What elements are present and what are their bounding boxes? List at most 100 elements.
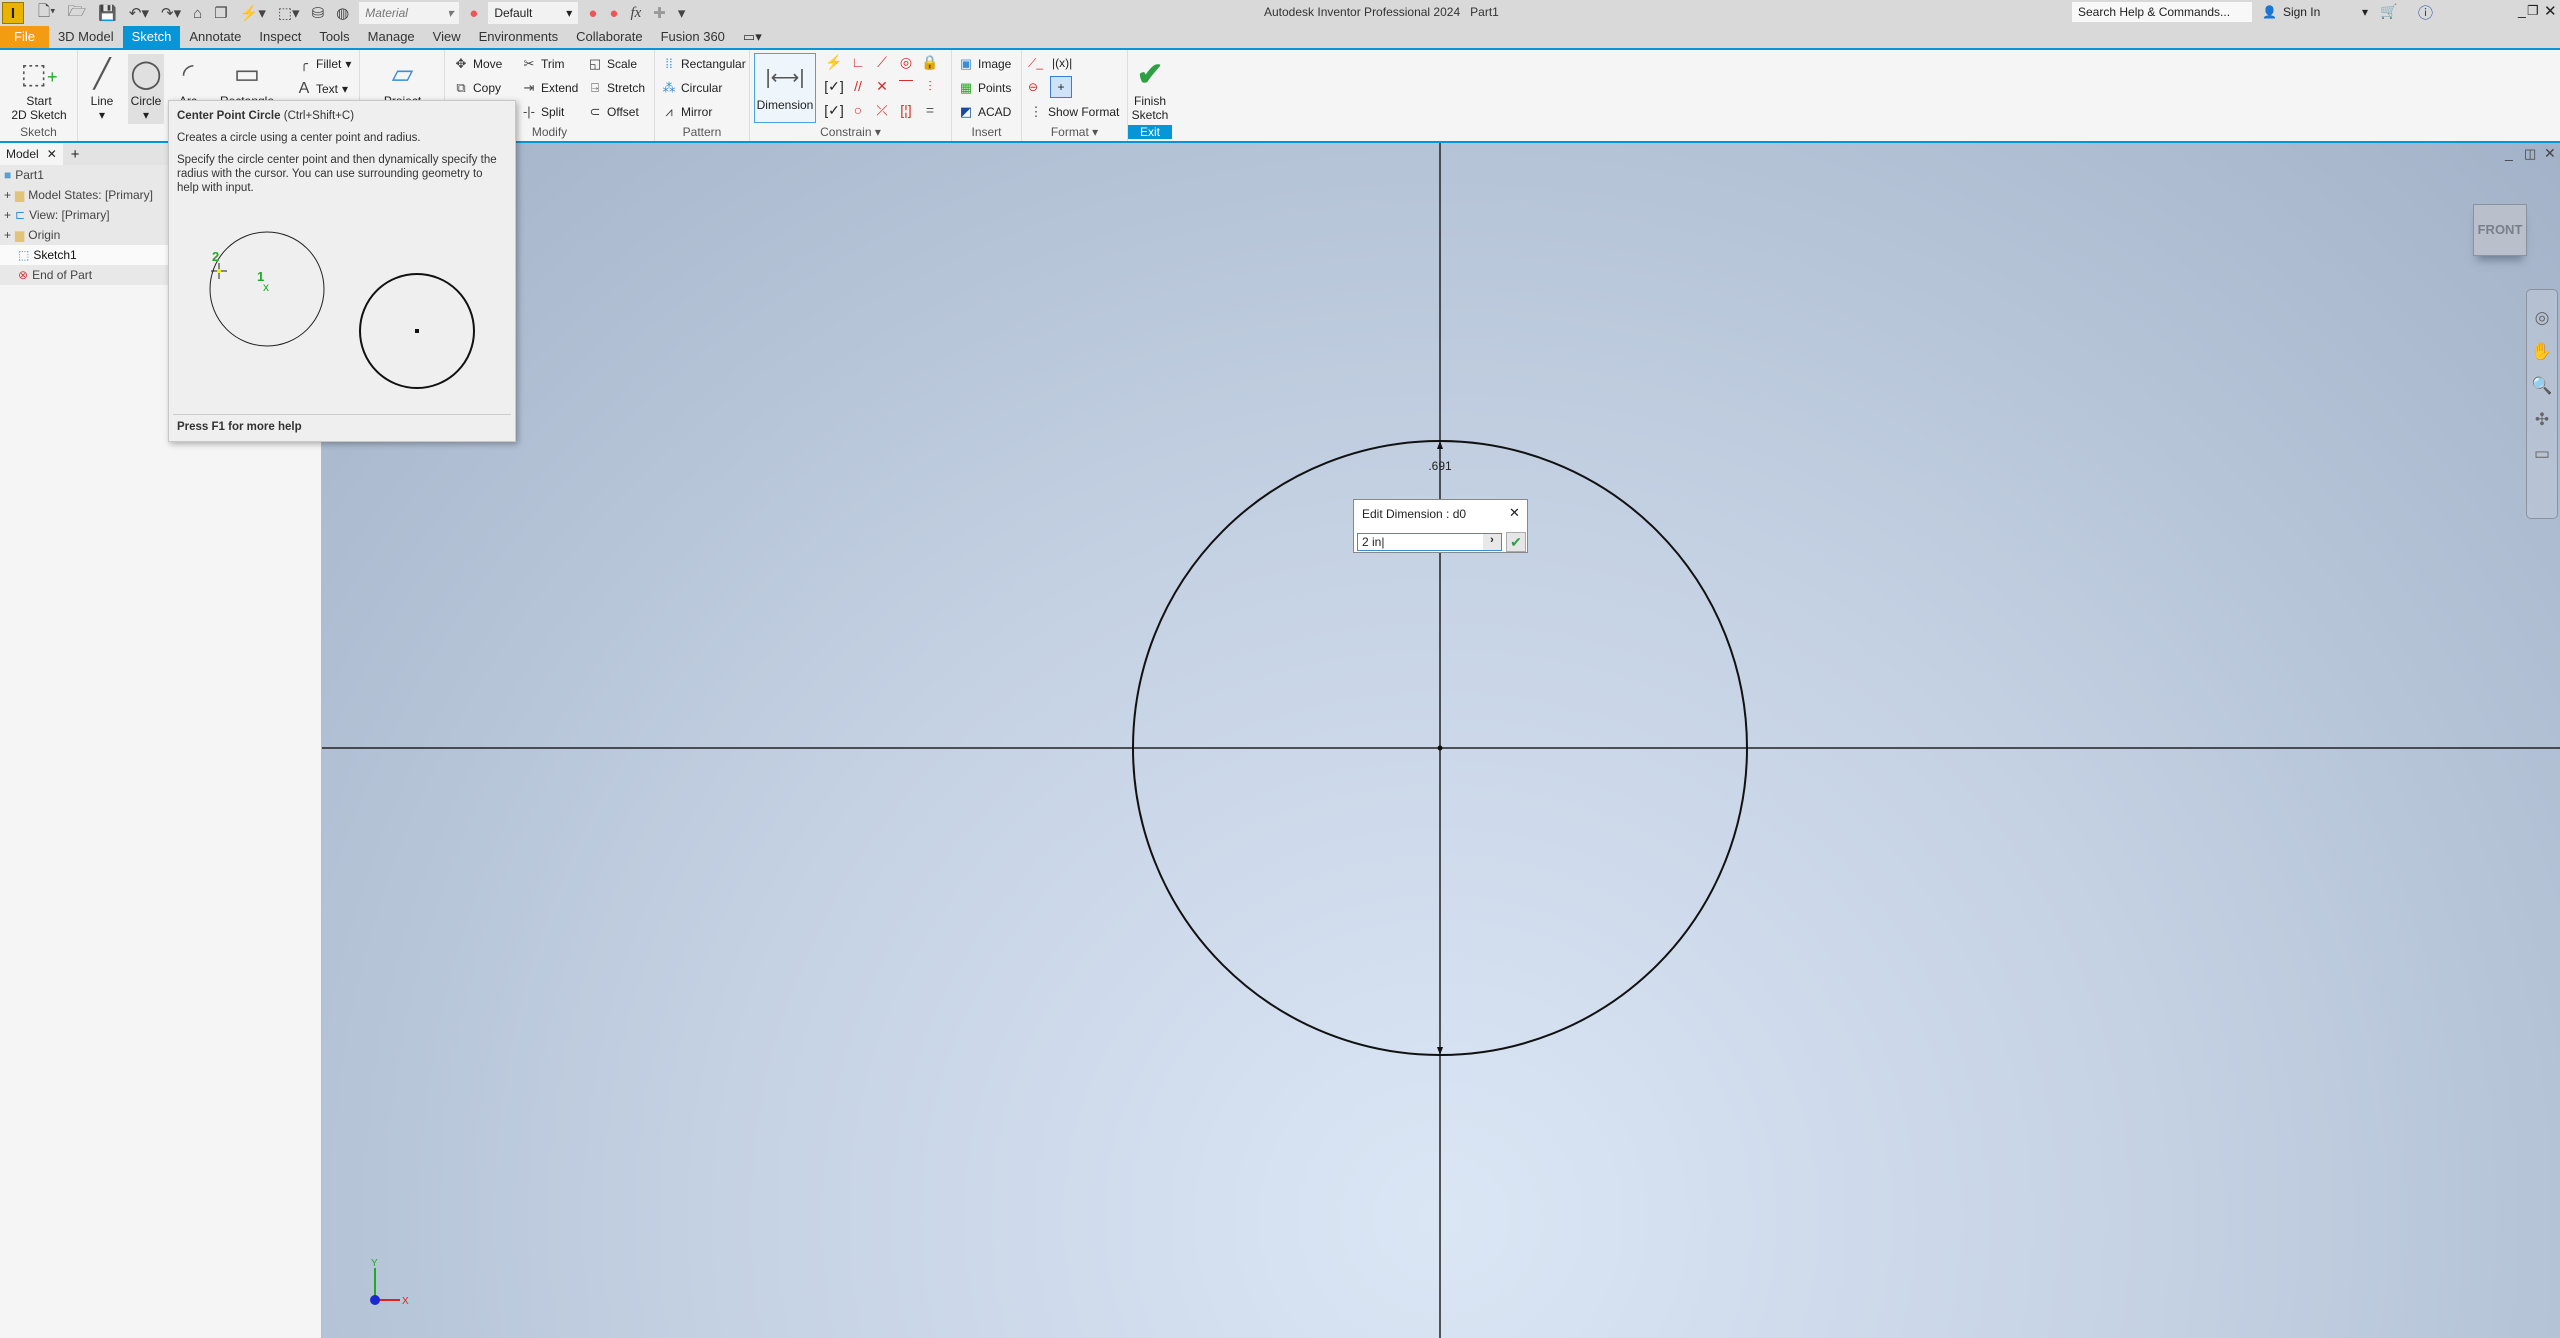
concentric-icon[interactable]: ◎ [894,54,918,78]
appearance-ball-icon[interactable]: ◍ [336,4,349,22]
ribbon-options-icon[interactable]: ▭▾ [734,26,771,48]
centerline-icon[interactable]: ⊖ [1028,80,1038,94]
split-button[interactable]: -|- Split [521,104,564,119]
tab-manage[interactable]: Manage [359,26,424,48]
viewcube[interactable]: FRONT [2473,204,2527,256]
pan-icon[interactable]: ✋ [2531,342,2552,362]
dimension-value-input[interactable]: 2 in| [1357,533,1502,551]
coincident-icon[interactable]: ⟋ [870,54,894,78]
offset-button[interactable]: ⊂ Offset [587,104,639,120]
search-input[interactable]: Search Help & Commands... [2072,2,2252,22]
center-point-icon[interactable]: + [1050,76,1072,98]
orbit-icon[interactable]: ✣ [2535,410,2549,430]
circle-button[interactable]: ◯ Circle ▾ [128,54,164,124]
properties-icon[interactable]: ❐ [214,4,227,22]
mirror-button[interactable]: ⩘ Mirror [661,104,712,120]
copy-button[interactable]: ⧉ Copy [453,80,501,96]
tab-collaborate[interactable]: Collaborate [567,26,652,48]
start-2d-sketch-button[interactable]: ⬚+ Start 2D Sketch [6,54,72,122]
finish-sketch-button[interactable]: ✔ Finish Sketch [1128,54,1172,122]
constraint-settings-icon[interactable]: [✓] [822,102,846,126]
line-button[interactable]: ╱ Line ▾ [82,54,122,122]
center-point[interactable] [1437,745,1443,751]
tab-environments[interactable]: Environments [470,26,567,48]
material-select[interactable]: Material ▾ [359,2,460,24]
select-icon[interactable]: ⬚▾ [278,4,300,22]
close-icon[interactable]: ✕ [47,147,57,161]
stretch-button[interactable]: ⍈ Stretch [587,80,645,96]
viewport-close-icon[interactable]: ✕ [2544,145,2556,162]
customize-icon[interactable]: ▾ [678,4,686,22]
panel-label-format[interactable]: Format ▾ [1022,125,1127,139]
trim-button[interactable]: ✂ Trim [521,56,565,72]
update-icon[interactable]: ⚡▾ [240,4,266,22]
adjust-appearance-icon[interactable]: ● [588,5,597,22]
expand-icon[interactable]: + [4,208,11,222]
collinear-icon[interactable]: ✕ [870,78,894,102]
dropdown-icon[interactable]: ▾ [2362,5,2368,19]
accept-check-icon[interactable]: ✔ [1506,532,1526,552]
clear-appearance-icon[interactable]: ● [609,5,618,22]
expand-icon[interactable]: + [4,228,11,242]
color-wheel-icon[interactable]: ● [469,5,478,22]
smooth-icon[interactable]: ⤫ [870,102,894,126]
show-format-button[interactable]: ⋮ Show Format [1028,104,1120,120]
close-icon[interactable]: ✕ [1509,505,1520,521]
app-logo[interactable]: I [2,2,24,24]
sketch-canvas[interactable]: .691 X Y [322,143,2560,1338]
viewport-minimize-icon[interactable]: _ [2505,145,2513,161]
save-icon[interactable]: 💾 [98,4,117,22]
image-button[interactable]: ▣ Image [958,56,1012,72]
close-window-icon[interactable]: ✕ [2544,2,2557,20]
redo-icon[interactable]: ↷▾ [161,4,181,22]
material-icon[interactable]: ⛁ [312,4,325,22]
help-icon[interactable]: ⓘ [2418,2,2433,23]
minimize-icon[interactable]: _ [2518,2,2526,18]
perpendicular-icon[interactable]: ∟ [846,54,870,78]
panel-label-constrain[interactable]: Constrain ▾ [750,125,951,139]
construction-icon[interactable]: ⟋_ [1028,56,1043,71]
tab-3d-model[interactable]: 3D Model [49,26,123,48]
undo-icon[interactable]: ↶▾ [129,4,149,22]
rectangular-pattern-button[interactable]: ⁞⁞ Rectangular [661,56,745,71]
add-tab-icon[interactable]: + [71,146,80,163]
points-button[interactable]: ▦ Points [958,80,1012,96]
fix-icon[interactable]: 🔒 [918,54,942,78]
text-button[interactable]: A Text ▾ [296,80,348,98]
look-at-icon[interactable]: ▭ [2534,444,2550,464]
tab-fusion-360[interactable]: Fusion 360 [652,26,734,48]
new-icon[interactable]: 🗋▾ [38,1,56,26]
zoom-window-icon[interactable]: 🔍 [2531,376,2552,396]
parallel-icon[interactable]: // [846,78,870,102]
extend-button[interactable]: ⇥ Extend [521,80,579,96]
show-constraints-icon[interactable]: [✓] [822,78,846,102]
tab-inspect[interactable]: Inspect [250,26,310,48]
tab-file[interactable]: File [0,26,49,48]
tab-sketch[interactable]: Sketch [122,26,181,48]
steering-wheel-icon[interactable]: ◎ [2535,308,2550,328]
tangent-icon[interactable]: ○ [846,102,870,126]
dimension-label[interactable]: .691 [1428,459,1452,473]
appearance-select[interactable]: Default ▾ [488,2,579,24]
plus-icon[interactable]: ✚ [653,4,666,22]
tab-annotate[interactable]: Annotate [180,26,250,48]
sign-in-link[interactable]: Sign In [2283,5,2320,19]
scale-button[interactable]: ◱ Scale [587,56,637,72]
vertical-icon[interactable]: ⫶ [918,78,942,102]
cart-icon[interactable]: 🛒 [2380,3,2397,20]
tab-model[interactable]: Model ✕ [0,143,63,165]
tab-tools[interactable]: Tools [310,26,358,48]
parameters-button[interactable]: fx [630,5,641,22]
fillet-button[interactable]: ╭ Fillet ▾ [296,56,351,72]
equal-icon[interactable]: = [918,102,942,126]
circular-pattern-button[interactable]: ⁂ Circular [661,80,723,96]
auto-dimension-icon[interactable]: ⚡ [822,54,846,78]
driven-dimension-icon[interactable]: |(x)| [1052,56,1072,70]
horizontal-icon[interactable]: ⎺ [894,78,918,102]
acad-button[interactable]: ◩ ACAD [958,104,1012,120]
symmetric-icon[interactable]: [¦] [894,102,918,126]
expand-icon[interactable]: + [4,188,11,202]
graphics-viewport[interactable]: .691 X Y _ ◫ ✕ FRONT ◎ ✋ 🔍 ✣ ▭ [322,143,2560,1338]
home-icon[interactable]: ⌂ [193,5,202,22]
tab-view[interactable]: View [424,26,470,48]
